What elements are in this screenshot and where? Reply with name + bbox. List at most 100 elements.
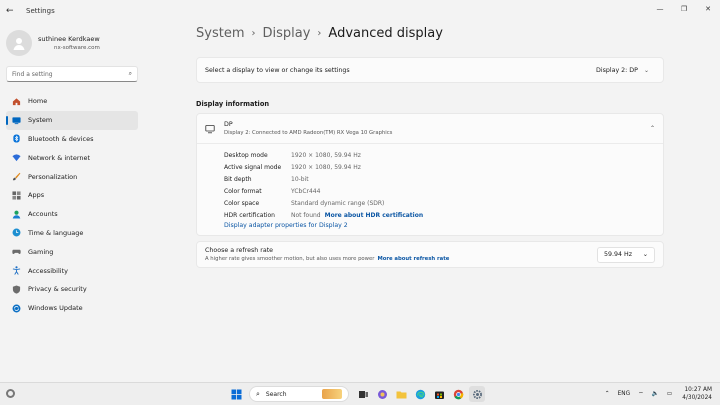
refresh-rate-link[interactable]: More about refresh rate: [377, 256, 449, 262]
taskbar-apps: ⌕ Search: [228, 386, 488, 402]
title-bar: ← Settings — ❐ ✕: [0, 0, 720, 22]
sidebar-item-accounts[interactable]: Accounts: [6, 205, 138, 224]
file-explorer-icon[interactable]: [393, 386, 409, 402]
accessibility-icon: [11, 266, 21, 276]
accounts-icon: [11, 209, 21, 219]
info-row-color-space: Color space Standard dynamic range (SDR): [224, 199, 385, 207]
display-select-dropdown[interactable]: Display 2: DP ⌄: [590, 64, 655, 77]
breadcrumb: System › Display › Advanced display: [196, 26, 443, 41]
search-icon[interactable]: ⌕: [129, 70, 132, 78]
sidebar: suthinee Kerdkaew nx-software.com ⌕ Home…: [0, 22, 150, 380]
taskbar-search-label: Search: [265, 390, 287, 398]
profile-email: nx-software.com: [54, 45, 100, 51]
sidebar-item-gaming[interactable]: Gaming: [6, 242, 138, 261]
volume-icon[interactable]: 🔈: [652, 391, 659, 397]
search-input[interactable]: [12, 70, 122, 78]
system-tray: ⌃ ENG ⌔ 🔈 ▭ 10:27 AM 4/30/2024: [597, 383, 712, 405]
time-icon: [11, 228, 21, 238]
hdr-certification-link[interactable]: More about HDR certification: [325, 212, 424, 219]
sidebar-item-windows-update[interactable]: Windows Update: [6, 299, 138, 318]
person-icon: [13, 38, 25, 50]
search-icon: ⌕: [256, 389, 260, 398]
refresh-rate-card: Choose a refresh rate A higher rate give…: [196, 241, 664, 268]
chevron-right-icon: ›: [251, 28, 256, 39]
search-highlight-icon: [322, 389, 342, 399]
refresh-rate-description: A higher rate gives smoother motion, but…: [205, 256, 375, 262]
wifi-icon[interactable]: ⌔: [638, 391, 643, 398]
sidebar-item-network[interactable]: Network & internet: [6, 148, 138, 167]
task-view-icon[interactable]: [355, 386, 371, 402]
clock-time: 10:27 AM: [684, 387, 712, 393]
page-title: Advanced display: [328, 26, 443, 41]
battery-icon[interactable]: ▭: [667, 391, 672, 397]
settings-app-icon[interactable]: [469, 386, 485, 402]
display-select-card: Select a display to view or change its s…: [196, 57, 664, 83]
clock[interactable]: 10:27 AM 4/30/2024: [682, 386, 712, 402]
sidebar-item-personalization[interactable]: Personalization: [6, 167, 138, 186]
maximize-icon[interactable]: ❐: [672, 0, 696, 18]
shield-icon: [11, 284, 21, 294]
copilot-icon[interactable]: [374, 386, 390, 402]
sidebar-item-privacy[interactable]: Privacy & security: [6, 280, 138, 299]
profile-name: suthinee Kerdkaew: [38, 35, 100, 43]
profile[interactable]: suthinee Kerdkaew nx-software.com: [6, 30, 100, 56]
close-icon[interactable]: ✕: [696, 0, 720, 18]
chrome-icon[interactable]: [450, 386, 466, 402]
gaming-icon: [11, 247, 21, 257]
breadcrumb-system[interactable]: System: [196, 26, 244, 41]
display-connection: Display 2: Connected to AMD Radeon(TM) R…: [224, 130, 393, 136]
sidebar-item-system[interactable]: System: [6, 110, 138, 130]
info-row-bit-depth: Bit depth 10-bit: [224, 175, 309, 183]
refresh-rate-value: 59.94 Hz: [604, 251, 633, 258]
breadcrumb-display[interactable]: Display: [262, 26, 310, 41]
display-select-label: Select a display to view or change its s…: [205, 66, 350, 74]
sidebar-item-accessibility[interactable]: Accessibility: [6, 261, 138, 280]
sidebar-item-apps[interactable]: Apps: [6, 186, 138, 205]
minimize-icon[interactable]: —: [648, 0, 672, 18]
info-row-active-signal-mode: Active signal mode 1920 × 1080, 59.94 Hz: [224, 163, 361, 171]
adapter-properties-link[interactable]: Display adapter properties for Display 2: [224, 222, 663, 229]
sidebar-item-bluetooth[interactable]: Bluetooth & devices: [6, 130, 138, 149]
display-info-header[interactable]: DP Display 2: Connected to AMD Radeon(TM…: [197, 114, 663, 144]
edge-icon[interactable]: [412, 386, 428, 402]
refresh-rate-title: Choose a refresh rate: [205, 247, 274, 254]
home-icon: [11, 96, 21, 106]
info-row-hdr-certification: HDR certification Not found More about H…: [224, 211, 424, 219]
sidebar-item-home[interactable]: Home: [6, 92, 138, 111]
chevron-down-icon: ⌄: [643, 66, 649, 74]
avatar: [6, 30, 32, 56]
brush-icon: [11, 172, 21, 182]
nav-list: Home System Bluetooth & devices Network …: [6, 92, 138, 318]
window-title: Settings: [26, 7, 55, 15]
start-icon[interactable]: [228, 386, 244, 402]
info-row-color-format: Color format YCbCr444: [224, 187, 321, 195]
back-arrow-icon[interactable]: ←: [6, 6, 18, 16]
apps-icon: [11, 190, 21, 200]
taskbar: ⌕ Search ⌃ ENG ⌔ 🔈 ▭ 10:27 AM 4/30/2024: [0, 382, 720, 405]
window-controls: — ❐ ✕: [648, 0, 720, 18]
weather-icon[interactable]: [5, 388, 16, 399]
network-icon: [11, 153, 21, 163]
chevron-down-icon: ⌄: [642, 251, 648, 258]
monitor-icon: [205, 119, 215, 138]
search-box[interactable]: ⌕: [6, 66, 138, 82]
store-icon[interactable]: [431, 386, 447, 402]
bluetooth-icon: [11, 134, 21, 144]
chevron-up-icon[interactable]: ⌃: [605, 391, 610, 397]
display-name: DP: [224, 121, 233, 128]
refresh-rate-dropdown[interactable]: 59.94 Hz ⌄: [597, 246, 655, 263]
chevron-right-icon: ›: [317, 28, 322, 39]
info-row-desktop-mode: Desktop mode 1920 × 1080, 59.94 Hz: [224, 151, 361, 159]
update-icon: [11, 303, 21, 313]
display-info-rows: Desktop mode 1920 × 1080, 59.94 Hz Activ…: [197, 144, 663, 230]
taskbar-search[interactable]: ⌕ Search: [249, 386, 349, 402]
language-indicator[interactable]: ENG: [618, 391, 631, 397]
chevron-up-icon[interactable]: ⌃: [650, 125, 655, 132]
sidebar-item-time-language[interactable]: Time & language: [6, 224, 138, 243]
email-redaction: [38, 45, 54, 51]
section-title: Display information: [196, 100, 270, 108]
clock-date: 4/30/2024: [682, 395, 712, 401]
display-select-value: Display 2: DP: [595, 66, 638, 74]
system-icon: [11, 115, 21, 125]
display-info-card: DP Display 2: Connected to AMD Radeon(TM…: [196, 113, 664, 236]
